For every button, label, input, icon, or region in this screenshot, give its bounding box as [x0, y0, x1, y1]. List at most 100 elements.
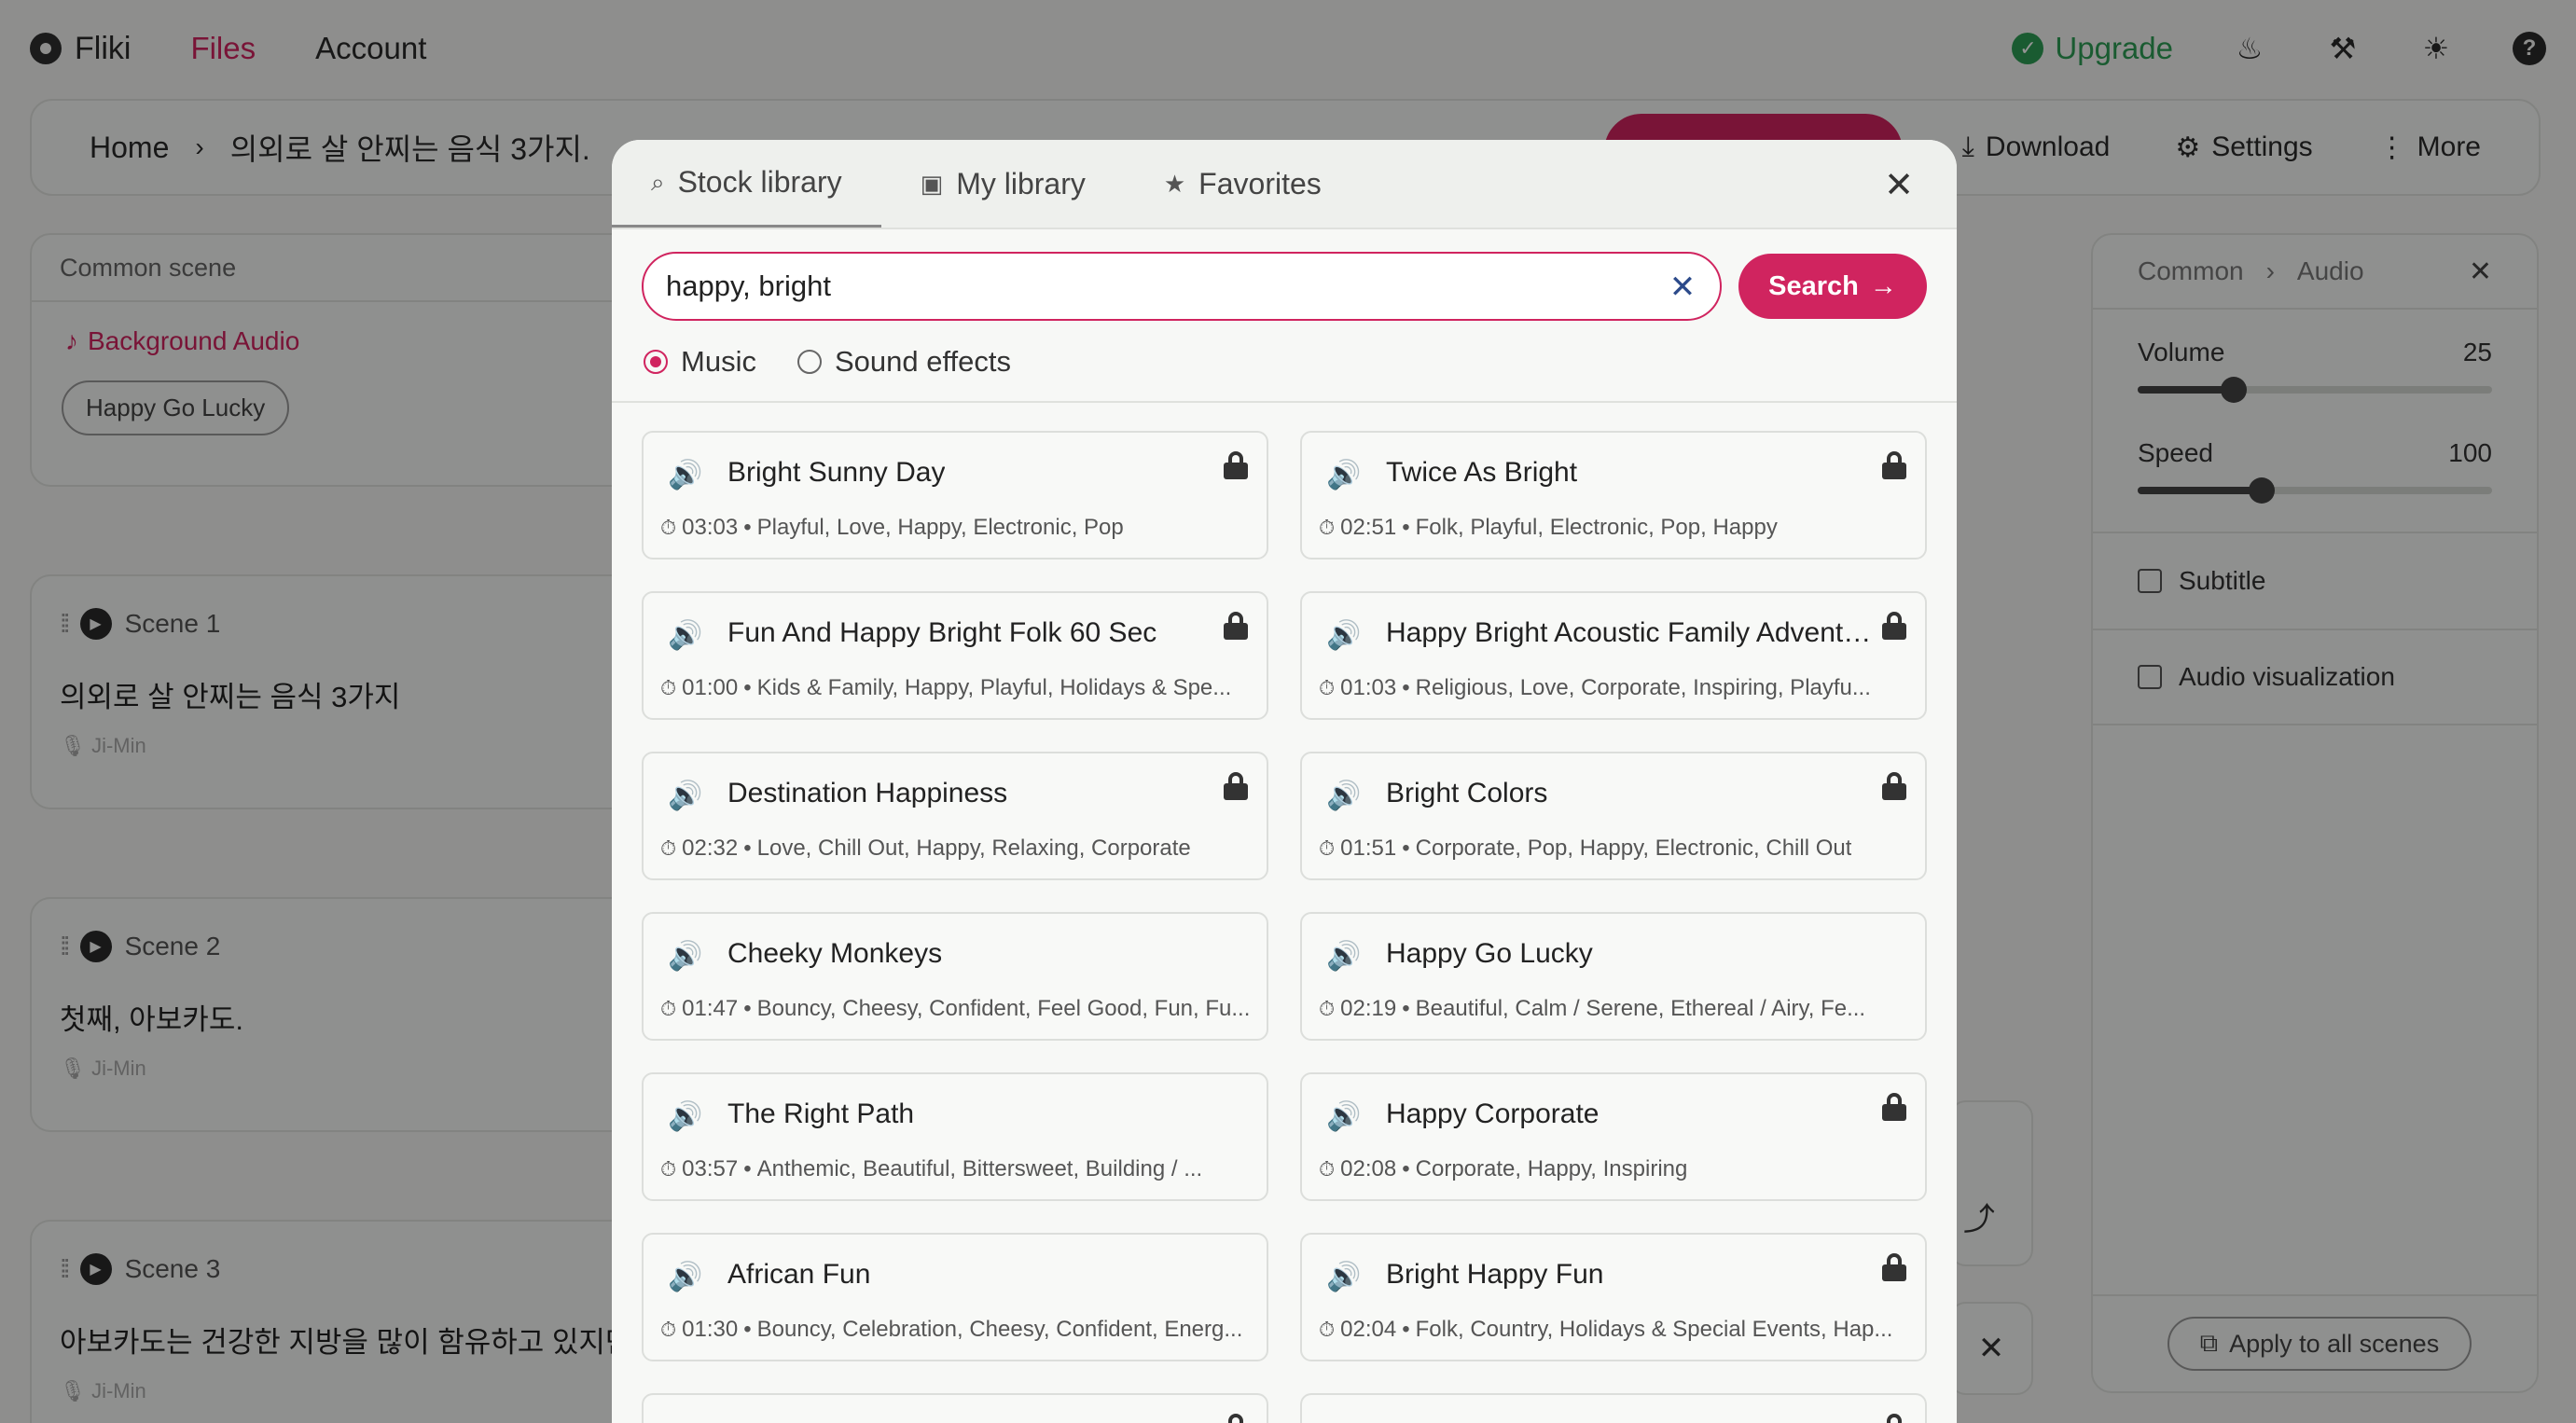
track-card[interactable]: 🔊 Cheeky Monkeys ⏱ 01:47 • Bouncy, Cheesy, Co… — [642, 912, 1268, 1041]
track-tags: Kids & Family, Happy, Playful, Holidays … — [756, 675, 1232, 700]
track-name: African Fun — [727, 1259, 871, 1290]
image-icon: ▣ — [920, 169, 944, 198]
track-card[interactable] — [642, 1393, 1268, 1423]
speaker-icon[interactable]: 🔊 — [1326, 459, 1361, 491]
track-tags: Playful, Love, Happy, Electronic, Pop — [756, 515, 1124, 540]
speaker-icon[interactable]: 🔊 — [668, 619, 702, 652]
tab-label: Favorites — [1198, 166, 1322, 200]
radio-dot[interactable] — [644, 350, 668, 374]
radio-label: Music — [681, 345, 756, 378]
track-card[interactable]: 🔊 Bright Colors ⏱ 01:51 • Corporate, Pop, Hap… — [1300, 752, 1927, 880]
track-meta: ⏱ 01:03 • Religious, Love, Corporate, Inspi… — [1319, 675, 1871, 701]
track-meta: ⏱ 03:03 • Playful, Love, Happy, Electronic,… — [660, 515, 1124, 541]
track-name: Twice As Bright — [1386, 457, 1578, 488]
search-icon: ⌕ — [651, 167, 665, 196]
clock-icon: ⏱ — [660, 676, 677, 699]
track-tags: Corporate, Pop, Happy, Electronic, Chill… — [1415, 836, 1852, 861]
audio-type-options: Music Sound effects — [612, 321, 1957, 379]
track-card[interactable] — [1300, 1393, 1927, 1423]
lock-icon — [1882, 772, 1906, 800]
track-card[interactable]: 🔊 Happy Go Lucky ⏱ 02:19 • Beautiful, Calm / … — [1300, 912, 1927, 1041]
track-duration: 02:08 — [1340, 1156, 1397, 1181]
track-tags: Anthemic, Beautiful, Bittersweet, Buildi… — [756, 1156, 1203, 1181]
track-duration: 03:03 — [682, 515, 739, 540]
search-box: ✕ — [642, 252, 1722, 321]
bullet-separator: • — [743, 996, 752, 1021]
track-grid: 🔊 Bright Sunny Day ⏱ 03:03 • Playful, Love, H… — [642, 431, 1927, 1423]
bullet-separator: • — [1402, 515, 1410, 540]
bullet-separator: • — [743, 836, 752, 861]
search-button-label: Search — [1768, 270, 1859, 301]
track-tags: Bouncy, Cheesy, Confident, Feel Good, Fu… — [756, 996, 1251, 1021]
close-icon[interactable]: ✕ — [1880, 166, 1918, 205]
star-icon: ★ — [1163, 169, 1186, 198]
track-name: Happy Corporate — [1386, 1098, 1600, 1129]
track-name: The Right Path — [727, 1098, 915, 1129]
bullet-separator: • — [1402, 1156, 1410, 1181]
bullet-separator: • — [743, 1156, 752, 1181]
speaker-icon[interactable]: 🔊 — [1326, 619, 1361, 652]
track-duration: 02:51 — [1340, 515, 1397, 540]
speaker-icon[interactable]: 🔊 — [1326, 1261, 1361, 1293]
speaker-icon[interactable]: 🔊 — [668, 459, 702, 491]
track-duration: 02:19 — [1340, 996, 1397, 1021]
track-duration: 03:57 — [682, 1156, 739, 1181]
track-card[interactable]: 🔊 Twice As Bright ⏱ 02:51 • Folk, Playful, El… — [1300, 431, 1927, 560]
radio-dot[interactable] — [796, 350, 822, 374]
track-meta: ⏱ 02:51 • Folk, Playful, Electronic, Pop, H… — [1319, 515, 1778, 541]
tab-label: My library — [956, 166, 1086, 200]
audio-library-modal: ⌕ Stock library ▣ My library ★ Favorites ✕ … — [612, 140, 1957, 1423]
speaker-icon[interactable]: 🔊 — [668, 940, 702, 973]
track-card[interactable]: 🔊 Happy Bright Acoustic Family Adventu...… — [1300, 591, 1927, 720]
divider — [612, 401, 1957, 403]
speaker-icon[interactable]: 🔊 — [1326, 780, 1361, 812]
bullet-separator: • — [743, 515, 752, 540]
track-name: Bright Colors — [1386, 778, 1548, 808]
speaker-icon[interactable]: 🔊 — [1326, 940, 1361, 973]
track-card[interactable]: 🔊 Destination Happiness ⏱ 02:32 • Love, Chill… — [642, 752, 1268, 880]
track-tags: Bouncy, Celebration, Cheesy, Confident, … — [756, 1317, 1243, 1342]
clock-icon: ⏱ — [1319, 997, 1336, 1020]
speaker-icon[interactable]: 🔊 — [668, 780, 702, 812]
track-meta: ⏱ 01:30 • Bouncy, Celebration, Cheesy, Conf… — [660, 1317, 1242, 1343]
track-duration: 01:47 — [682, 996, 739, 1021]
track-card[interactable]: 🔊 Fun And Happy Bright Folk 60 Sec ⏱ 01:00 •… — [642, 591, 1268, 720]
tab-favorites[interactable]: ★ Favorites — [1125, 140, 1361, 228]
track-meta: ⏱ 03:57 • Anthemic, Beautiful, Bittersweet,… — [660, 1156, 1202, 1182]
track-card[interactable]: 🔊 Happy Corporate ⏱ 02:08 • Corporate, Happy,… — [1300, 1072, 1927, 1201]
track-duration: 01:03 — [1340, 675, 1397, 700]
clock-icon: ⏱ — [1319, 836, 1336, 860]
track-duration: 02:04 — [1340, 1317, 1397, 1342]
track-card[interactable]: 🔊 Bright Happy Fun ⏱ 02:04 • Folk, Country, H… — [1300, 1233, 1927, 1361]
track-name: Happy Go Lucky — [1386, 938, 1593, 969]
track-tags: Beautiful, Calm / Serene, Ethereal / Air… — [1415, 996, 1866, 1021]
track-tags: Folk, Country, Holidays & Special Events… — [1415, 1317, 1893, 1342]
library-tabs: ⌕ Stock library ▣ My library ★ Favorites ✕ — [612, 140, 1957, 229]
lock-icon — [1882, 1093, 1906, 1121]
speaker-icon[interactable]: 🔊 — [668, 1261, 702, 1293]
lock-icon — [1882, 451, 1906, 479]
track-tags: Love, Chill Out, Happy, Relaxing, Corpor… — [756, 836, 1191, 861]
lock-icon — [1224, 451, 1248, 479]
track-card[interactable]: 🔊 The Right Path ⏱ 03:57 • Anthemic, Beautifu… — [642, 1072, 1268, 1201]
radio-sound-effects[interactable]: Sound effects — [796, 345, 1011, 379]
track-name: Bright Sunny Day — [727, 457, 946, 488]
track-name: Fun And Happy Bright Folk 60 Sec — [727, 617, 1157, 648]
clock-icon: ⏱ — [660, 1318, 677, 1341]
track-meta: ⏱ 02:32 • Love, Chill Out, Happy, Relaxing,… — [660, 836, 1191, 862]
track-card[interactable]: 🔊 African Fun ⏱ 01:30 • Bouncy, Celebration, … — [642, 1233, 1268, 1361]
search-input[interactable] — [666, 269, 1636, 303]
lock-icon — [1224, 1414, 1248, 1423]
clear-icon[interactable]: ✕ — [1666, 269, 1699, 305]
search-button[interactable]: Search → — [1738, 254, 1927, 319]
tab-stock-library[interactable]: ⌕ Stock library — [612, 140, 881, 228]
clock-icon: ⏱ — [1319, 516, 1336, 539]
tab-my-library[interactable]: ▣ My library — [881, 140, 1125, 228]
arrow-right-icon: → — [1869, 270, 1897, 301]
bullet-separator: • — [1402, 836, 1410, 861]
bullet-separator: • — [743, 675, 752, 700]
track-card[interactable]: 🔊 Bright Sunny Day ⏱ 03:03 • Playful, Love, H… — [642, 431, 1268, 560]
speaker-icon[interactable]: 🔊 — [668, 1100, 702, 1133]
radio-music[interactable]: Music — [644, 345, 756, 379]
speaker-icon[interactable]: 🔊 — [1326, 1100, 1361, 1133]
